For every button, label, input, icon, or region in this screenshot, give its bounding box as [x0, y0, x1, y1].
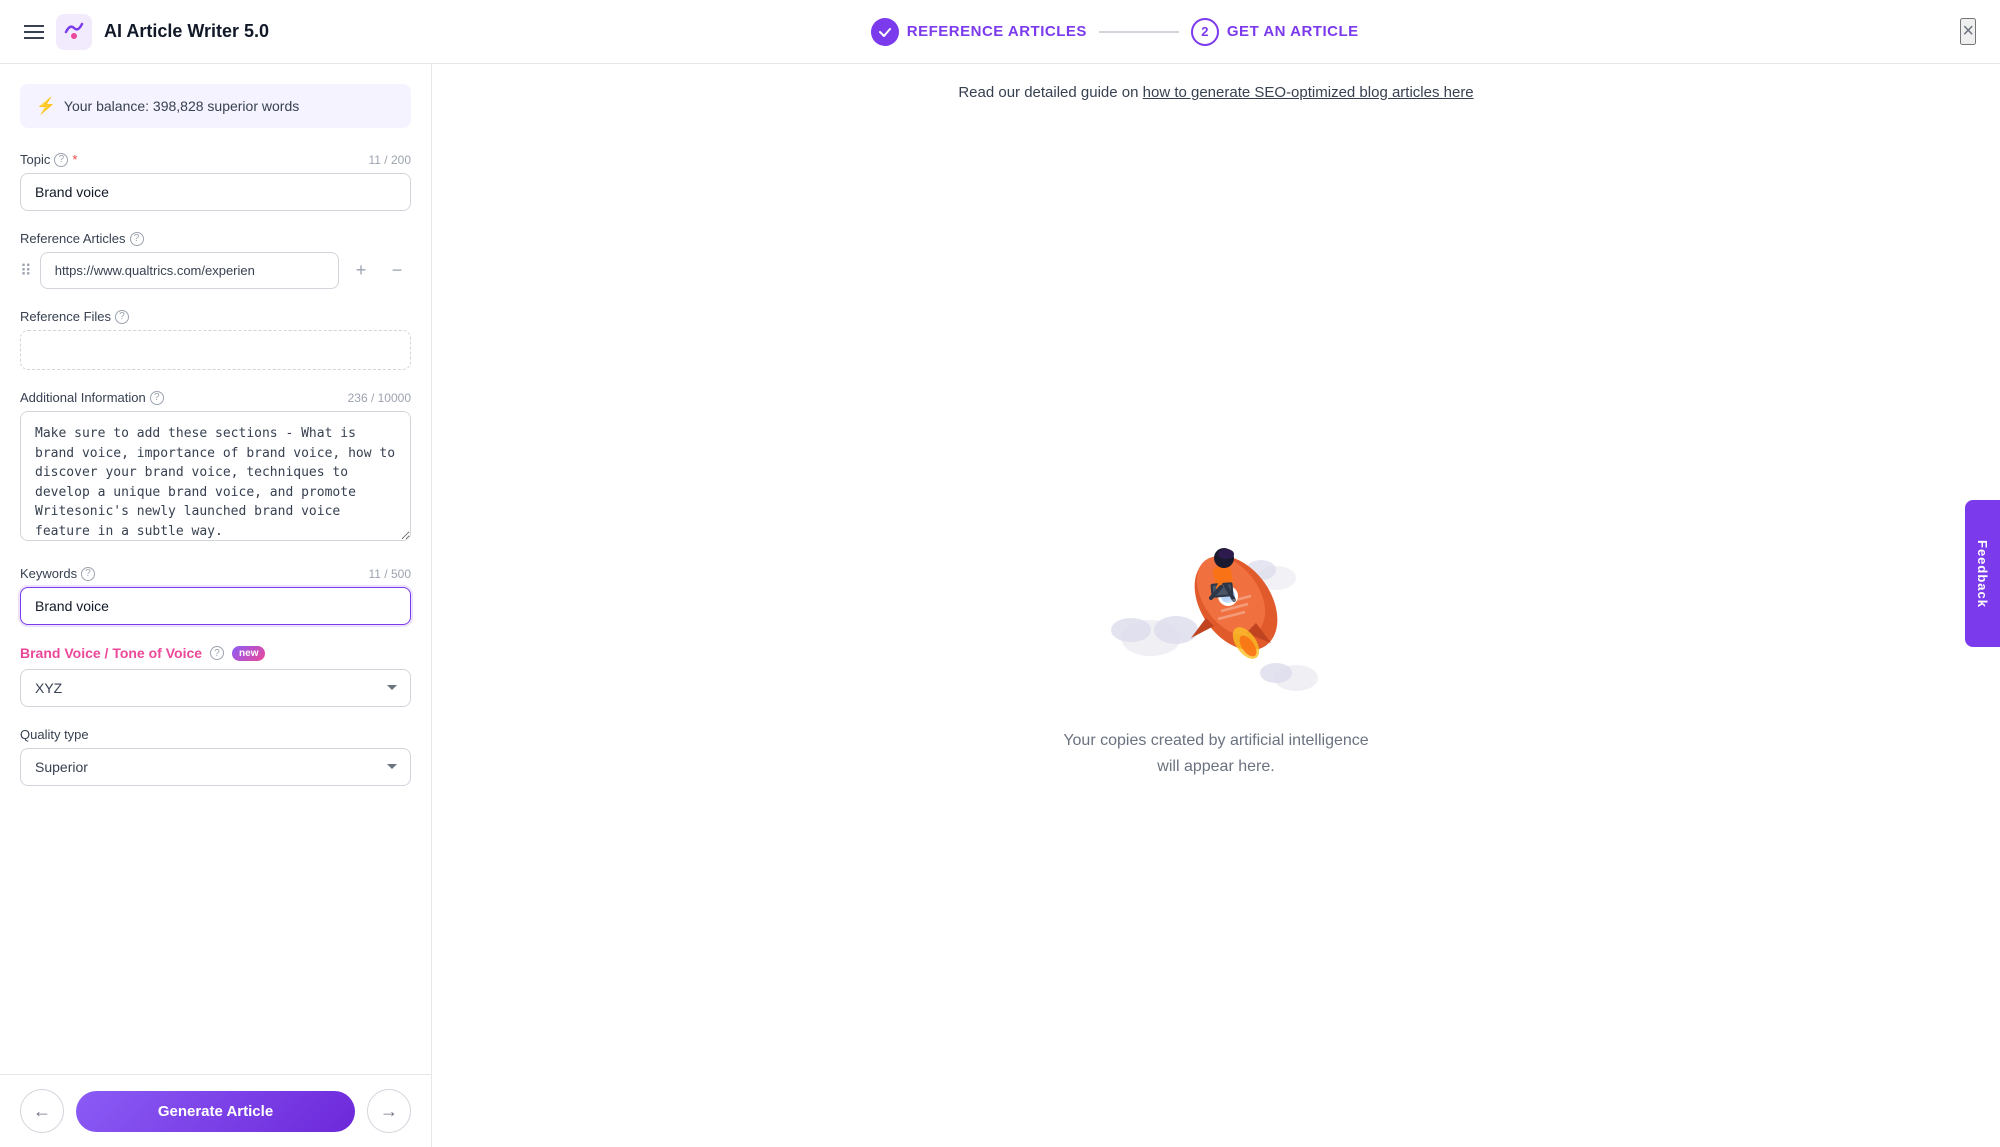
additional-info-field: Additional Information ? 236 / 10000 Mak… [20, 390, 411, 546]
additional-info-header: Additional Information ? 236 / 10000 [20, 390, 411, 405]
generate-article-button[interactable]: Generate Article [76, 1091, 355, 1132]
empty-state-text: Your copies created by artificial intell… [1063, 728, 1368, 779]
quality-type-select-wrapper: Superior Premium Standard [20, 748, 411, 786]
additional-info-icon[interactable]: ? [150, 391, 164, 405]
step1-check-icon [871, 18, 899, 46]
reference-files-info-icon[interactable]: ? [115, 310, 129, 324]
header-left: AI Article Writer 5.0 [24, 14, 269, 50]
keywords-char-count: 11 / 500 [369, 567, 411, 581]
additional-info-char-count: 236 / 10000 [348, 391, 411, 405]
brand-voice-field: Brand Voice / Tone of Voice ? new XYZ De… [20, 645, 411, 707]
step2-label: GET AN ARTICLE [1227, 23, 1359, 40]
reference-articles-info-icon[interactable]: ? [130, 232, 144, 246]
keywords-info-icon[interactable]: ? [81, 567, 95, 581]
drag-handle-icon[interactable]: ⠿ [20, 261, 32, 281]
forward-button[interactable]: → [367, 1089, 411, 1133]
topic-field: Topic ? * 11 / 200 [20, 152, 411, 211]
keywords-input[interactable] [20, 587, 411, 625]
reference-articles-header: Reference Articles ? [20, 231, 411, 246]
back-button[interactable]: ← [20, 1089, 64, 1133]
balance-bar: ⚡ Your balance: 398,828 superior words [20, 84, 411, 128]
brand-voice-select-wrapper: XYZ Default Professional Casual [20, 669, 411, 707]
keywords-label: Keywords ? [20, 566, 95, 581]
menu-button[interactable] [24, 25, 44, 39]
reference-files-label: Reference Files ? [20, 309, 129, 324]
left-panel: ⚡ Your balance: 398,828 superior words T… [0, 64, 432, 1147]
reference-files-field: Reference Files ? [20, 309, 411, 370]
header-steps: REFERENCE ARTICLES 2 GET AN ARTICLE [871, 18, 1359, 46]
close-button[interactable]: × [1960, 18, 1976, 45]
brand-voice-info-icon[interactable]: ? [210, 646, 224, 660]
reference-articles-label: Reference Articles ? [20, 231, 144, 246]
keywords-field: Keywords ? 11 / 500 [20, 566, 411, 625]
add-reference-button[interactable]: + [347, 257, 375, 285]
topic-input[interactable] [20, 173, 411, 211]
app-logo-icon [56, 14, 92, 50]
feedback-wrapper: Feedback [1965, 500, 2000, 648]
quality-type-header: Quality type [20, 727, 411, 742]
quality-type-field: Quality type Superior Premium Standard [20, 727, 411, 786]
balance-text: Your balance: 398,828 superior words [64, 98, 299, 114]
topic-char-count: 11 / 200 [369, 153, 411, 167]
reference-article-row: ⠿ + − [20, 252, 411, 289]
step-connector [1099, 31, 1179, 33]
step1-label: REFERENCE ARTICLES [907, 23, 1087, 40]
brand-voice-select[interactable]: XYZ Default Professional Casual [20, 669, 411, 707]
quality-type-select[interactable]: Superior Premium Standard [20, 748, 411, 786]
bottom-bar: ← Generate Article → [0, 1074, 431, 1147]
illustration-container: Your copies created by artificial intell… [1063, 101, 1368, 1127]
lightning-icon: ⚡ [36, 96, 56, 116]
brand-voice-label-text: Brand Voice / Tone of Voice [20, 645, 202, 661]
reference-files-dropzone[interactable] [20, 330, 411, 370]
topic-label: Topic ? * [20, 152, 77, 167]
remove-reference-button[interactable]: − [383, 257, 411, 285]
reference-articles-field: Reference Articles ? ⠿ + − [20, 231, 411, 289]
brand-voice-new-badge: new [232, 646, 265, 661]
additional-info-label: Additional Information ? [20, 390, 164, 405]
step-2[interactable]: 2 GET AN ARTICLE [1191, 18, 1359, 46]
main-content: ⚡ Your balance: 398,828 superior words T… [0, 64, 2000, 1147]
topic-field-header: Topic ? * 11 / 200 [20, 152, 411, 167]
reference-url-input[interactable] [40, 252, 339, 289]
illustration-icon [1076, 448, 1356, 728]
quality-type-label: Quality type [20, 727, 89, 742]
step-1: REFERENCE ARTICLES [871, 18, 1087, 46]
app-title: AI Article Writer 5.0 [104, 21, 269, 42]
topic-required: * [72, 152, 77, 167]
reference-files-header: Reference Files ? [20, 309, 411, 324]
feedback-button[interactable]: Feedback [1965, 500, 2000, 648]
guide-text: Read our detailed guide on how to genera… [958, 84, 1473, 101]
keywords-header: Keywords ? 11 / 500 [20, 566, 411, 581]
right-panel: Read our detailed guide on how to genera… [432, 64, 2000, 1147]
guide-link[interactable]: how to generate SEO-optimized blog artic… [1143, 84, 1474, 101]
additional-info-textarea[interactable]: Make sure to add these sections - What i… [20, 411, 411, 541]
header: AI Article Writer 5.0 REFERENCE ARTICLES… [0, 0, 2000, 64]
brand-voice-label-row: Brand Voice / Tone of Voice ? new [20, 645, 411, 661]
topic-info-icon[interactable]: ? [54, 153, 68, 167]
step2-number: 2 [1191, 18, 1219, 46]
